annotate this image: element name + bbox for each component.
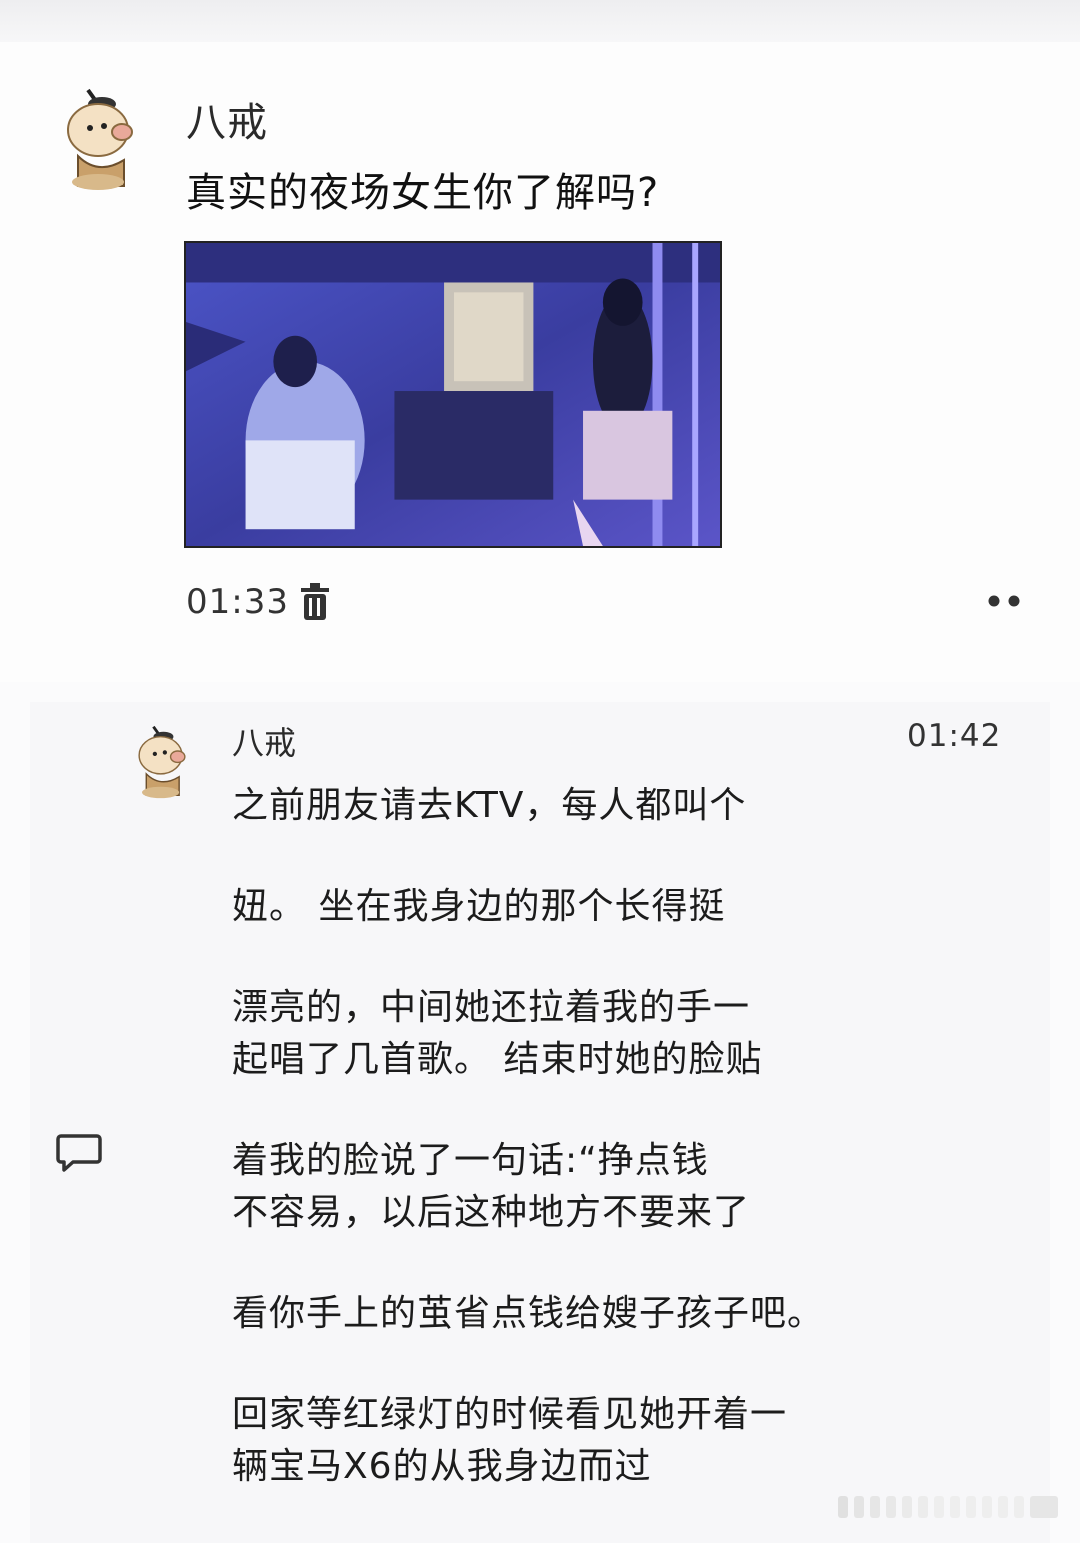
comment-line: 漂亮的，中间她还拉着我的手一 (232, 987, 751, 1028)
video-duration: 01:33 (186, 582, 289, 622)
post-author[interactable]: 八戒 (186, 90, 268, 148)
comment-line: 回家等红绿灯的时候看见她开着一 (232, 1394, 788, 1435)
comment-author[interactable]: 八戒 (232, 718, 296, 764)
comment-line: 看你手上的茧省点钱给嫂子孩子吧。 (232, 1293, 825, 1334)
comment-avatar[interactable] (132, 720, 192, 802)
comment-line: 起唱了几首歌。 结束时她的脸贴 (232, 1039, 763, 1080)
video-thumbnail[interactable] (184, 241, 722, 548)
comment-bubble-icon[interactable] (56, 1132, 102, 1174)
comment-line: 辆宝马X6的从我身边而过 (232, 1446, 652, 1487)
comment-line: 不容易，以后这种地方不要来了 (232, 1192, 751, 1233)
scrollbar-handle[interactable] (838, 1492, 1060, 1522)
comment-line: 妞。 坐在我身边的那个长得挺 (232, 886, 726, 927)
top-bar (0, 0, 1080, 42)
avatar[interactable] (58, 82, 142, 194)
more-dots-icon[interactable] (980, 588, 1028, 614)
comment-time: 01:42 (907, 718, 1002, 754)
comment-line: 之前朋友请去KTV，每人都叫个 (232, 785, 747, 826)
post-text: 真实的夜场女生你了解吗? (186, 170, 660, 216)
comment-line: 着我的脸说了一句话:“挣点钱 (232, 1140, 709, 1181)
trash-icon[interactable] (298, 582, 332, 622)
